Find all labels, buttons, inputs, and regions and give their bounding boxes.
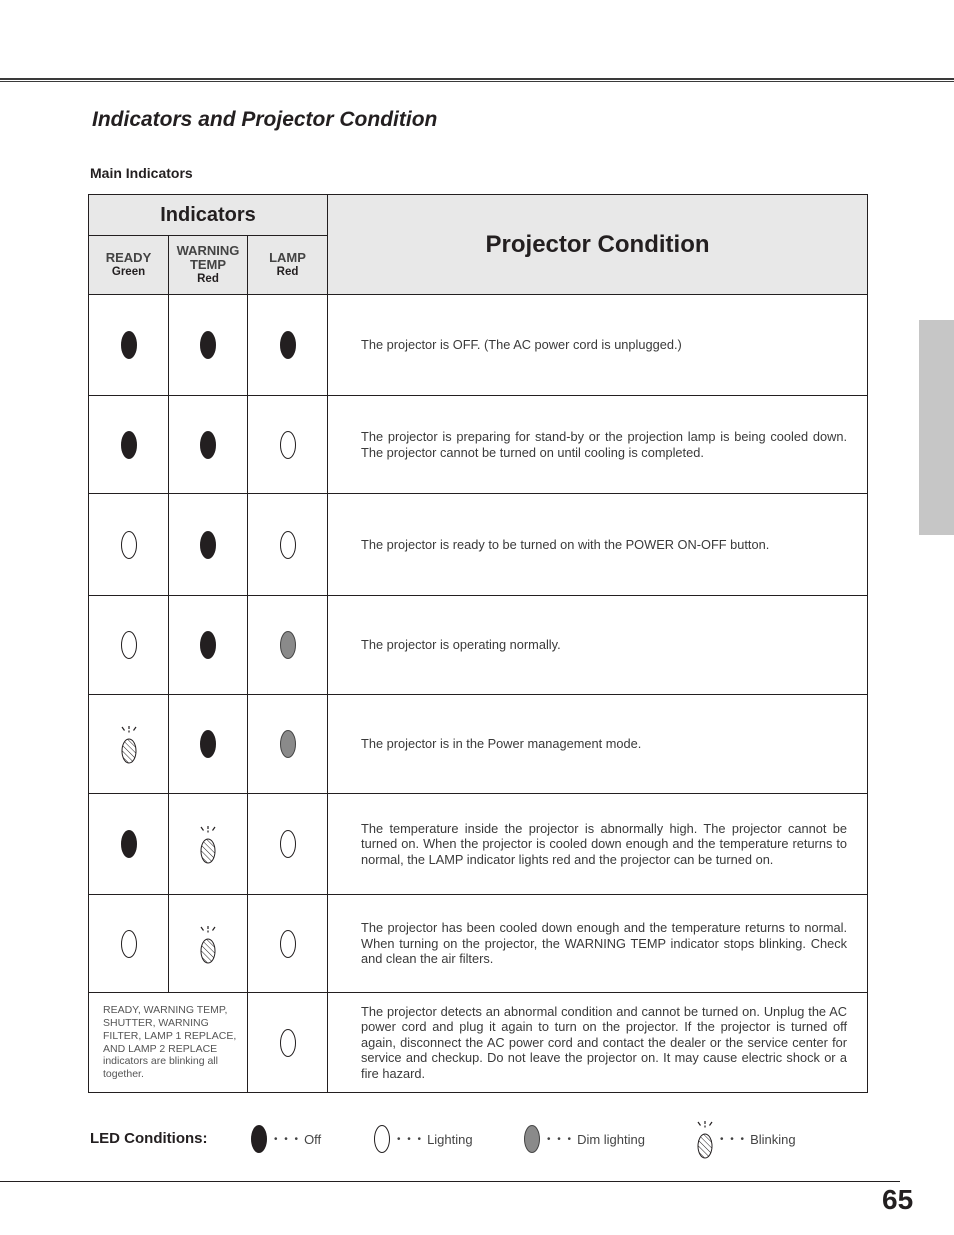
column-warning-temp-label: WARNING TEMP [176,243,240,272]
bottom-rule [0,1181,900,1182]
table-row: The projector is ready to be turned on w… [88,493,869,596]
header-indicators: Indicators [87,194,329,236]
legend-dots: • • • [274,1133,301,1145]
led-off-icon [199,730,217,758]
led-lighting-icon [120,929,138,958]
led-cell-ready [88,395,169,494]
legend-label: LED Conditions: [90,1130,208,1147]
led-off-icon [120,830,138,858]
subtitle: Main Indicators [90,165,193,181]
led-dim-icon [279,730,297,758]
condition-text: The projector is OFF. (The AC power cord… [327,294,869,396]
table-row: The temperature inside the projector is … [88,793,869,895]
table-row: The projector is operating normally. [88,595,869,695]
legend-dots: • • • [720,1133,747,1145]
led-cell-lamp [246,595,329,695]
legend-label-blinking: Blinking [750,1131,796,1147]
led-off-icon [199,430,217,459]
led-off-icon [199,331,217,359]
led-blinking-icon [120,726,138,764]
led-lighting-icon [279,430,297,459]
legend-item-dim: • • • Dim lighting [523,1124,645,1154]
column-lamp-label: LAMP [269,250,306,265]
header-projector-condition: Projector Condition [327,194,869,295]
column-ready-color: Green [111,266,146,278]
led-off-icon [250,1123,268,1155]
condition-text: The projector is ready to be turned on w… [327,493,869,596]
led-cell-warning-temp [168,793,248,895]
column-ready: READY Green [88,235,169,295]
led-cell-lamp [246,395,329,494]
led-cell-warning-temp [168,595,248,695]
led-cell-warning-temp [168,694,248,794]
condition-text: The projector has been cooled down enoug… [327,894,869,993]
led-legend: LED Conditions: • • • Off • • • Lighting… [90,1121,850,1159]
legend-dots: • • • [547,1133,574,1145]
column-lamp: LAMP Red [246,235,329,295]
led-dim-icon [523,1123,541,1155]
led-lighting-icon [373,1123,391,1155]
led-cell-lamp [246,694,329,794]
table-row-special: READY, WARNING TEMP, SHUTTER, WARNING FI… [88,992,869,1093]
led-lighting-icon [120,530,138,559]
led-cell-lamp [246,793,329,895]
led-cell-ready [88,595,169,695]
column-warning-temp-color: Red [197,273,219,285]
legend-item-off: • • • Off [250,1124,321,1154]
top-rule-thin [0,81,954,82]
column-lamp-color: Red [276,266,299,278]
led-cell-ready [88,493,169,596]
indicators-table: Indicators Projector Condition READY Gree… [87,194,869,1093]
legend-dots: • • • [397,1133,424,1145]
legend-item-lighting: • • • Lighting [373,1124,473,1154]
led-cell-ready [88,793,169,895]
legend-item-blinking: • • • Blinking [696,1121,796,1159]
led-lighting-icon [279,929,297,958]
led-cell-lamp [246,992,329,1093]
led-lighting-icon [279,830,297,858]
led-blinking-icon [199,925,217,963]
all-blinking-note: READY, WARNING TEMP, SHUTTER, WARNING FI… [88,992,248,1093]
led-cell-ready [88,294,169,396]
led-dim-icon [279,631,297,659]
table-row: The projector has been cooled down enoug… [88,894,869,993]
condition-text: The projector is operating normally. [327,595,869,695]
led-cell-lamp [246,894,329,993]
led-cell-ready [88,894,169,993]
led-off-icon [120,331,138,359]
led-cell-warning-temp [168,294,248,396]
led-off-icon [279,331,297,359]
column-ready-label: READY [105,250,152,265]
led-cell-warning-temp [168,493,248,596]
legend-label-off: Off [304,1131,322,1147]
table-row: The projector is OFF. (The AC power cord… [88,294,869,396]
led-cell-lamp [246,493,329,596]
led-off-icon [199,530,217,559]
table-row: The projector is in the Power management… [88,694,869,794]
condition-text: The projector is preparing for stand-by … [327,395,869,494]
led-lighting-icon [279,1028,297,1057]
led-off-icon [120,430,138,459]
condition-text: The projector detects an abnormal condit… [327,992,869,1093]
led-lighting-icon [279,530,297,559]
section-side-tab [919,320,954,535]
legend-label-dim: Dim lighting [577,1131,645,1147]
led-blinking-icon [696,1119,714,1159]
led-off-icon [199,631,217,659]
led-cell-lamp [246,294,329,396]
led-cell-ready [88,694,169,794]
condition-text: The temperature inside the projector is … [327,793,869,895]
top-rule [0,78,954,80]
legend-label-lighting: Lighting [427,1131,473,1147]
led-cell-warning-temp [168,894,248,993]
led-cell-warning-temp [168,395,248,494]
column-warning-temp: WARNING TEMP Red [168,235,248,295]
page-number: 65 [882,1184,914,1215]
led-blinking-icon [199,826,217,864]
table-row: The projector is preparing for stand-by … [88,395,869,494]
section-title: Indicators and Projector Condition [92,108,438,131]
led-lighting-icon [120,631,138,659]
condition-text: The projector is in the Power management… [327,694,869,794]
